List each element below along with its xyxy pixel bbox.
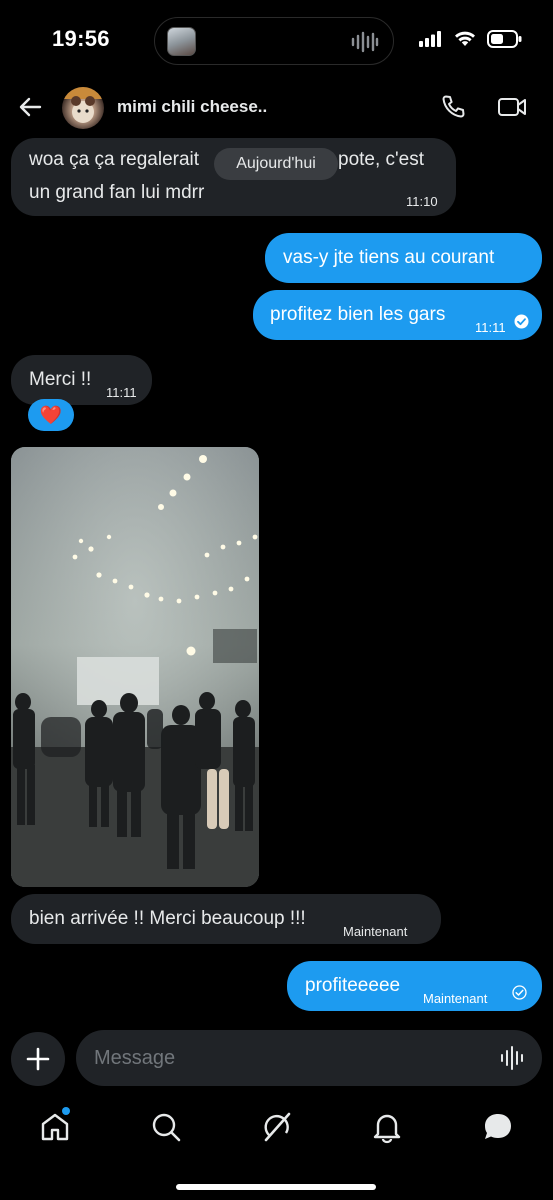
status-time: 19:56 xyxy=(52,26,110,51)
avatar-image xyxy=(62,87,104,123)
search-icon[interactable] xyxy=(149,1110,183,1144)
read-check-icon xyxy=(514,314,529,329)
message-text: un grand fan lui mdrr xyxy=(29,182,205,203)
plus-icon xyxy=(26,1047,50,1071)
message-text: woa ça ça regalerait xyxy=(29,149,200,170)
grok-icon[interactable] xyxy=(260,1110,294,1144)
home-indicator xyxy=(176,1184,376,1190)
message-composer xyxy=(76,1030,542,1086)
message-time: Maintenant xyxy=(423,991,488,1006)
media-thumbnail xyxy=(167,27,196,56)
message-outgoing[interactable]: profiteeeee Maintenant xyxy=(287,961,542,1011)
message-text: bien arrivée !! Merci beaucoup !!! xyxy=(29,908,306,929)
message-time: 11:11 xyxy=(475,320,506,335)
conversation-header: mimi chili cheese.. xyxy=(0,80,553,136)
phone-icon[interactable] xyxy=(440,94,466,120)
message-text: Merci !! xyxy=(29,369,92,390)
heart-reaction[interactable]: ❤️ xyxy=(28,399,74,431)
waveform-icon xyxy=(351,31,379,53)
back-arrow-icon[interactable] xyxy=(16,92,46,122)
avatar[interactable] xyxy=(62,87,104,129)
contact-name[interactable]: mimi chili cheese.. xyxy=(117,97,267,117)
day-separator: Aujourd'hui xyxy=(214,148,338,180)
concert-photo xyxy=(11,447,259,887)
add-attachment-button[interactable] xyxy=(11,1032,65,1086)
sent-check-icon xyxy=(512,985,527,1000)
status-bar: 19:56 xyxy=(0,0,553,80)
message-time: 11:10 xyxy=(406,194,438,209)
photo-attachment[interactable] xyxy=(11,447,259,887)
notification-badge xyxy=(62,1107,70,1115)
message-time: Maintenant xyxy=(343,924,408,939)
message-text: pote, c'est xyxy=(338,149,425,170)
home-icon[interactable] xyxy=(38,1110,72,1144)
message-incoming[interactable]: bien arrivée !! Merci beaucoup !!! Maint… xyxy=(11,894,441,944)
message-outgoing[interactable]: vas-y jte tiens au courant xyxy=(265,233,542,283)
messages-icon[interactable] xyxy=(481,1110,515,1144)
voice-message-icon[interactable] xyxy=(500,1045,526,1071)
battery-icon xyxy=(487,30,522,48)
message-outgoing[interactable]: profitez bien les gars 11:11 xyxy=(253,290,542,340)
message-input[interactable] xyxy=(94,1030,474,1086)
message-time: 11:11 xyxy=(106,385,137,400)
message-incoming[interactable]: Merci !! 11:11 xyxy=(11,355,152,405)
video-call-icon[interactable] xyxy=(497,94,527,120)
dynamic-island[interactable] xyxy=(154,17,394,65)
wifi-icon xyxy=(455,31,475,46)
message-text: profiteeeee xyxy=(305,975,401,996)
notifications-icon[interactable] xyxy=(370,1110,404,1144)
message-text: profitez bien les gars xyxy=(270,304,446,325)
status-icons xyxy=(419,30,523,48)
cellular-signal-icon xyxy=(419,31,441,47)
message-text: vas-y jte tiens au courant xyxy=(283,247,495,268)
